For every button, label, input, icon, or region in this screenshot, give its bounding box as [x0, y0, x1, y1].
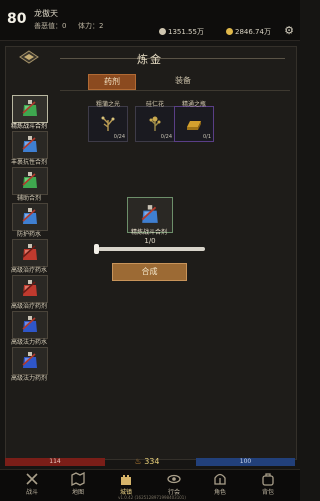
- version-text: v1.0.42 (1625128971998403101): [118, 495, 186, 500]
- silver-coin-icon: [159, 28, 166, 35]
- tab-potions[interactable]: 药剂: [88, 74, 136, 90]
- player-level: 80: [7, 11, 27, 27]
- potion-green-icon: [22, 100, 37, 116]
- recipe-item[interactable]: 辅助合剂: [10, 167, 50, 203]
- recipe-item[interactable]: 防护药水: [10, 203, 50, 239]
- potion-blue-icon: [22, 136, 37, 152]
- hp-bar: 114: [5, 458, 105, 466]
- recipe-label: 高级法力药剂: [10, 375, 47, 382]
- material-count: 0/24: [160, 134, 172, 140]
- gold-icon: [226, 28, 233, 35]
- top-bar: 80 龙傲天 善恶值：0 体力：2 1351.55万 2846.74万 ⚙: [0, 0, 300, 41]
- quantity-slider[interactable]: [98, 247, 205, 251]
- recipe-item[interactable]: 高级法力药水: [10, 311, 50, 347]
- quantity-slider-handle[interactable]: [94, 244, 99, 254]
- helmet-icon: [214, 473, 226, 485]
- material-slot[interactable]: 精通之瓶 0/1: [174, 101, 214, 142]
- recipe-label: 精炼战斗合剂: [10, 123, 47, 130]
- recipe-label: 高级治疗药水: [10, 267, 47, 274]
- recipe-label: 防护药水: [16, 231, 41, 238]
- silver-currency: 1351.55万: [159, 27, 204, 37]
- craft-quantity: 1/0: [144, 237, 156, 245]
- settings-gear-icon[interactable]: ⚙: [284, 24, 294, 37]
- potion-green-icon: [22, 172, 37, 188]
- gold-currency: 2846.74万: [226, 27, 271, 37]
- stat-bar: 114 ♨ 334 100: [0, 457, 300, 468]
- nav-bag[interactable]: 背包: [248, 472, 288, 500]
- recipe-item[interactable]: 高级法力药剂: [10, 347, 50, 383]
- recipe-item[interactable]: 丰裹抗性合剂: [10, 131, 50, 167]
- recipe-label: 辅助合剂: [16, 195, 41, 202]
- herb-icon: [101, 116, 115, 131]
- potion-red-icon: [22, 244, 37, 260]
- tab-divider: [60, 90, 290, 91]
- gold-ingot-icon: [187, 121, 201, 130]
- stamina-value: 体力：2: [78, 22, 104, 30]
- potion-red-icon: [22, 280, 37, 296]
- flame-icon: ♨: [134, 457, 142, 466]
- potion-darkblue-icon: [22, 352, 37, 368]
- material-count: 0/24: [113, 134, 125, 140]
- backpack-icon: [262, 473, 274, 486]
- recipe-label: 高级治疗药剂: [10, 303, 47, 310]
- map-icon: [71, 472, 85, 486]
- material-name: 精通之瓶: [181, 101, 206, 108]
- page-title: 炼金: [137, 53, 163, 66]
- recipe-item[interactable]: 高级治疗药剂: [10, 275, 50, 311]
- nav-battle[interactable]: 战斗: [12, 472, 52, 500]
- recipe-item[interactable]: 高级治疗药水: [10, 239, 50, 275]
- recipe-label: 高级法力药水: [10, 339, 47, 346]
- potion-darkblue-icon: [22, 316, 37, 332]
- eye-icon: [167, 474, 181, 484]
- power-value: ♨ 334: [134, 457, 160, 466]
- potion-green-icon: [141, 205, 158, 223]
- flower-herb-icon: [149, 116, 161, 131]
- recipe-label: 丰裹抗性合剂: [10, 159, 47, 166]
- potion-blue-icon: [22, 208, 37, 224]
- recipe-item[interactable]: 精炼战斗合剂: [10, 95, 50, 131]
- craft-button[interactable]: 合成: [112, 263, 187, 281]
- craft-item-name: 精炼战斗合剂: [130, 229, 167, 236]
- material-count: 0/1: [202, 134, 211, 140]
- crossed-swords-icon: [26, 473, 38, 485]
- mp-bar: 100: [196, 458, 295, 466]
- castle-icon: [121, 475, 131, 485]
- back-diamond-icon[interactable]: [19, 50, 39, 64]
- material-slot[interactable]: 粗蒲之光 0/24: [88, 101, 128, 142]
- tab-equipment[interactable]: 装备: [160, 74, 206, 88]
- material-slot[interactable]: 硅仁花 0/24: [135, 101, 175, 142]
- material-name: 粗蒲之光: [95, 101, 120, 108]
- player-name: 龙傲天: [34, 9, 58, 18]
- title-divider: [60, 58, 285, 59]
- karma-value: 善恶值：0: [34, 22, 67, 30]
